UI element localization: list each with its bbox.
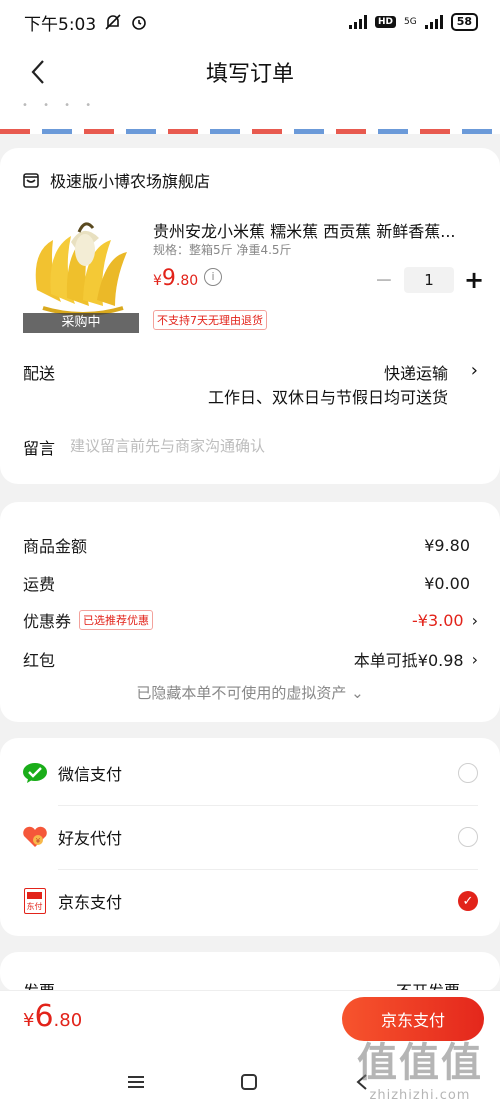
status-time: 下午5:03 [24, 14, 97, 35]
status-bar: 下午5:03 HD 5G 58 [0, 0, 500, 44]
coupon-row[interactable]: 优惠券 已选推荐优惠 -¥3.00 › [23, 608, 478, 632]
store-name: 极速版小博农场旗舰店 [50, 172, 211, 191]
store-header[interactable]: 极速版小博农场旗舰店 [22, 168, 210, 192]
jd-pay-icon: 东付 [22, 888, 48, 914]
status-left: 下午5:03 [24, 10, 148, 35]
delivery-label: 配送 [23, 364, 56, 383]
goods-amount-label: 商品金额 [23, 537, 88, 556]
signal-5g-icon [424, 15, 443, 29]
product-spec: 规格：整箱5斤 净重4.5斤 [153, 243, 292, 257]
total-currency: ¥ [23, 1010, 35, 1031]
red-packet-value-group: 本单可抵¥0.98 › [354, 647, 478, 671]
shipping-value: ¥0.00 [424, 573, 470, 593]
hd-badge: HD [374, 16, 396, 28]
invoice-card: 发票 不开发票 [0, 952, 500, 1001]
delivery-method[interactable]: 快递运输 [384, 360, 448, 384]
watermark-logo: 值值值 [357, 1040, 483, 1086]
coupon-label-group: 优惠券 已选推荐优惠 [23, 608, 154, 632]
address-strip[interactable]: • • • • [0, 100, 500, 134]
home-button[interactable] [237, 1070, 261, 1094]
mute-bell-icon [105, 14, 121, 30]
buying-status-tag: 采购中 [23, 313, 139, 333]
square-icon [241, 1074, 257, 1090]
red-packet-value: 本单可抵¥0.98 [353, 651, 464, 670]
total-decimal: .80 [53, 1010, 83, 1031]
watermark-url: zhizhizhi.com [369, 1088, 471, 1103]
remark-input[interactable]: 建议留言前先与商家沟通确认 [70, 435, 265, 456]
signal-icon [348, 15, 367, 29]
battery-indicator: 58 [450, 13, 478, 31]
product-title[interactable]: 贵州安龙小米蕉 糯米蕉 西贡蕉 新鲜香蕉... [153, 218, 473, 242]
price-currency: ¥ [153, 273, 162, 289]
wechat-pay-label: 微信支付 [58, 765, 123, 784]
chevron-left-icon [31, 60, 44, 84]
coupon-value-group: -¥3.00 › [412, 611, 478, 630]
coupon-value: -¥3.00 [412, 610, 464, 630]
coupon-recommended-tag: 已选推荐优惠 [79, 610, 154, 630]
jd-pay-icon-text: 东付 [26, 902, 43, 911]
watermark: 值值值 zhizhizhi.com [350, 1030, 490, 1103]
goods-amount-value: ¥9.80 [424, 535, 470, 555]
back-button[interactable] [20, 54, 56, 90]
airmail-stripe [0, 129, 500, 134]
friend-pay-label: 好友代付 [58, 829, 123, 848]
goods-amount-row: 商品金额 ¥9.80 [23, 533, 478, 557]
quantity-input[interactable]: 1 [404, 267, 454, 293]
price-decimal: .80 [175, 273, 199, 289]
shipping-row: 运费 ¥0.00 [23, 571, 478, 595]
payment-option-jd[interactable]: 东付 京东支付 ✓ [22, 869, 478, 933]
price-integer: 9 [161, 266, 176, 291]
jd-pay-card-band [27, 892, 42, 899]
coupon-chevron-right-icon: › [471, 610, 478, 630]
hidden-assets-toggle[interactable]: 已隐藏本单不可使用的虚拟资产 ⌄ [0, 682, 500, 703]
quantity-stepper: − 1 + [372, 266, 486, 294]
status-right: HD 5G 58 [348, 13, 478, 31]
menu-icon [128, 1076, 144, 1088]
total-price: ¥ 6 .80 [23, 999, 82, 1034]
friend-pay-radio[interactable] [458, 827, 478, 847]
svg-text:¥: ¥ [36, 837, 41, 845]
shipping-label: 运费 [23, 575, 56, 594]
network-5g-label: 5G [403, 17, 417, 27]
increase-quantity-button[interactable]: + [462, 266, 486, 294]
payment-option-wechat[interactable]: 微信支付 [22, 741, 478, 805]
alarm-icon [132, 16, 146, 30]
red-packet-chevron-right-icon: › [471, 649, 478, 669]
jd-pay-card-shape: 东付 [24, 888, 46, 914]
jd-pay-radio-checked[interactable]: ✓ [458, 891, 478, 911]
payment-option-friend[interactable]: ¥ 好友代付 [22, 805, 478, 869]
decrease-quantity-button[interactable]: − [372, 268, 396, 293]
jd-pay-label: 京东支付 [58, 893, 123, 912]
delivery-chevron-right-icon[interactable]: › [471, 360, 478, 381]
remark-label: 留言 [23, 439, 56, 458]
store-icon [23, 173, 39, 188]
wechat-pay-icon [22, 760, 48, 786]
total-integer: 6 [34, 999, 54, 1034]
red-packet-label: 红包 [23, 651, 56, 670]
wechat-pay-radio[interactable] [458, 763, 478, 783]
product-price: ¥ 9 .80 [153, 266, 198, 291]
coupon-label: 优惠券 [23, 612, 72, 631]
no-return-tag: 不支持7天无理由退货 [153, 310, 267, 330]
red-packet-row[interactable]: 红包 本单可抵¥0.98 › [23, 647, 478, 671]
nav-bar: 填写订单 [0, 44, 500, 100]
address-fade-dots: • • • • [22, 100, 98, 111]
page-title: 填写订单 [205, 62, 294, 87]
friend-pay-icon: ¥ [22, 824, 48, 850]
price-info-icon[interactable]: i [204, 268, 222, 286]
recent-apps-button[interactable] [124, 1070, 148, 1094]
delivery-detail: 工作日、双休日与节假日均可送货 [207, 388, 448, 407]
